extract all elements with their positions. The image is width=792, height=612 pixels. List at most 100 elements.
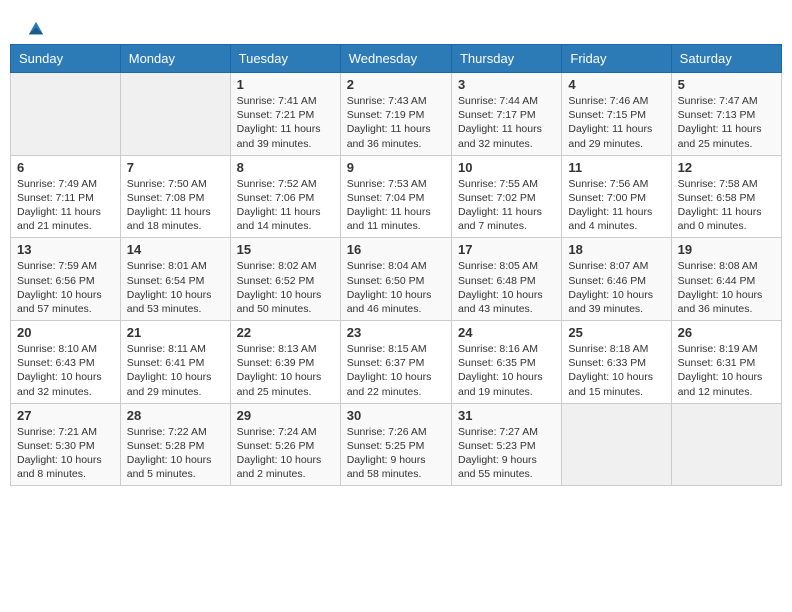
- calendar-cell: 21 Sunrise: 8:11 AM Sunset: 6:41 PM Dayli…: [120, 321, 230, 404]
- day-number: 15: [237, 242, 334, 257]
- weekday-header-cell: Sunday: [11, 45, 121, 73]
- day-info: Sunrise: 7:56 AM Sunset: 7:00 PM Dayligh…: [568, 177, 664, 234]
- calendar-cell: 22 Sunrise: 8:13 AM Sunset: 6:39 PM Dayli…: [230, 321, 340, 404]
- day-info: Sunrise: 8:08 AM Sunset: 6:44 PM Dayligh…: [678, 259, 775, 316]
- day-number: 16: [347, 242, 445, 257]
- calendar-cell: 14Sunrise: 8:01 AM Sunset: 6:54 PM Dayli…: [120, 238, 230, 321]
- day-number: 10: [458, 160, 555, 175]
- calendar-week-row: 13 Sunrise: 7:59 AM Sunset: 6:56 PM Dayli…: [11, 238, 782, 321]
- calendar-cell: 23Sunrise: 8:15 AM Sunset: 6:37 PM Dayli…: [340, 321, 451, 404]
- calendar-cell: 9 Sunrise: 7:53 AM Sunset: 7:04 PM Daylig…: [340, 155, 451, 238]
- calendar-cell: [562, 403, 671, 486]
- weekday-header-cell: Saturday: [671, 45, 781, 73]
- day-info: Sunrise: 8:19 AM Sunset: 6:31 PM Dayligh…: [678, 342, 775, 399]
- day-number: 30: [347, 408, 445, 423]
- calendar-cell: 5 Sunrise: 7:47 AM Sunset: 7:13 PM Daylig…: [671, 73, 781, 156]
- day-number: 14: [127, 242, 224, 257]
- calendar-cell: 16 Sunrise: 8:04 AM Sunset: 6:50 PM Dayli…: [340, 238, 451, 321]
- weekday-header-cell: Monday: [120, 45, 230, 73]
- day-number: 22: [237, 325, 334, 340]
- calendar-cell: 17 Sunrise: 8:05 AM Sunset: 6:48 PM Dayli…: [451, 238, 561, 321]
- day-info: Sunrise: 7:52 AM Sunset: 7:06 PM Dayligh…: [237, 177, 334, 234]
- day-info: Sunrise: 7:27 AM Sunset: 5:23 PM Dayligh…: [458, 425, 555, 482]
- calendar-cell: 10Sunrise: 7:55 AM Sunset: 7:02 PM Dayli…: [451, 155, 561, 238]
- day-info: Sunrise: 7:44 AM Sunset: 7:17 PM Dayligh…: [458, 94, 555, 151]
- day-info: Sunrise: 8:18 AM Sunset: 6:33 PM Dayligh…: [568, 342, 664, 399]
- calendar-body: 1 Sunrise: 7:41 AM Sunset: 7:21 PM Daylig…: [11, 73, 782, 486]
- day-number: 2: [347, 77, 445, 92]
- day-number: 20: [17, 325, 114, 340]
- calendar-cell: 20Sunrise: 8:10 AM Sunset: 6:43 PM Dayli…: [11, 321, 121, 404]
- day-number: 27: [17, 408, 114, 423]
- day-info: Sunrise: 8:04 AM Sunset: 6:50 PM Dayligh…: [347, 259, 445, 316]
- day-number: 21: [127, 325, 224, 340]
- day-info: Sunrise: 7:24 AM Sunset: 5:26 PM Dayligh…: [237, 425, 334, 482]
- day-number: 13: [17, 242, 114, 257]
- calendar-table: SundayMondayTuesdayWednesdayThursdayFrid…: [10, 44, 782, 486]
- day-number: 3: [458, 77, 555, 92]
- calendar-cell: [671, 403, 781, 486]
- day-info: Sunrise: 7:59 AM Sunset: 6:56 PM Dayligh…: [17, 259, 114, 316]
- calendar-cell: 26 Sunrise: 8:19 AM Sunset: 6:31 PM Dayli…: [671, 321, 781, 404]
- calendar-cell: 15Sunrise: 8:02 AM Sunset: 6:52 PM Dayli…: [230, 238, 340, 321]
- day-number: 11: [568, 160, 664, 175]
- weekday-header-cell: Tuesday: [230, 45, 340, 73]
- calendar-week-row: 27 Sunrise: 7:21 AM Sunset: 5:30 PM Dayli…: [11, 403, 782, 486]
- day-info: Sunrise: 7:49 AM Sunset: 7:11 PM Dayligh…: [17, 177, 114, 234]
- day-info: Sunrise: 7:58 AM Sunset: 6:58 PM Dayligh…: [678, 177, 775, 234]
- calendar-week-row: 20Sunrise: 8:10 AM Sunset: 6:43 PM Dayli…: [11, 321, 782, 404]
- day-info: Sunrise: 8:07 AM Sunset: 6:46 PM Dayligh…: [568, 259, 664, 316]
- weekday-header-cell: Friday: [562, 45, 671, 73]
- day-info: Sunrise: 7:43 AM Sunset: 7:19 PM Dayligh…: [347, 94, 445, 151]
- calendar-cell: 25 Sunrise: 8:18 AM Sunset: 6:33 PM Dayli…: [562, 321, 671, 404]
- day-number: 24: [458, 325, 555, 340]
- weekday-header-row: SundayMondayTuesdayWednesdayThursdayFrid…: [11, 45, 782, 73]
- day-number: 5: [678, 77, 775, 92]
- calendar-cell: 19 Sunrise: 8:08 AM Sunset: 6:44 PM Dayli…: [671, 238, 781, 321]
- day-info: Sunrise: 7:21 AM Sunset: 5:30 PM Dayligh…: [17, 425, 114, 482]
- day-number: 1: [237, 77, 334, 92]
- calendar-cell: 4Sunrise: 7:46 AM Sunset: 7:15 PM Daylig…: [562, 73, 671, 156]
- day-number: 18: [568, 242, 664, 257]
- day-number: 9: [347, 160, 445, 175]
- logo-icon: [27, 20, 45, 38]
- day-number: 8: [237, 160, 334, 175]
- calendar-cell: 24 Sunrise: 8:16 AM Sunset: 6:35 PM Dayli…: [451, 321, 561, 404]
- calendar-cell: 3 Sunrise: 7:44 AM Sunset: 7:17 PM Daylig…: [451, 73, 561, 156]
- weekday-header-cell: Thursday: [451, 45, 561, 73]
- day-number: 12: [678, 160, 775, 175]
- day-number: 29: [237, 408, 334, 423]
- day-number: 28: [127, 408, 224, 423]
- day-number: 6: [17, 160, 114, 175]
- day-info: Sunrise: 7:22 AM Sunset: 5:28 PM Dayligh…: [127, 425, 224, 482]
- day-number: 31: [458, 408, 555, 423]
- calendar-cell: 12 Sunrise: 7:58 AM Sunset: 6:58 PM Dayli…: [671, 155, 781, 238]
- calendar-cell: 30 Sunrise: 7:26 AM Sunset: 5:25 PM Dayli…: [340, 403, 451, 486]
- day-info: Sunrise: 7:47 AM Sunset: 7:13 PM Dayligh…: [678, 94, 775, 151]
- day-number: 17: [458, 242, 555, 257]
- day-number: 25: [568, 325, 664, 340]
- day-number: 4: [568, 77, 664, 92]
- calendar-cell: 29 Sunrise: 7:24 AM Sunset: 5:26 PM Dayli…: [230, 403, 340, 486]
- calendar-cell: 13 Sunrise: 7:59 AM Sunset: 6:56 PM Dayli…: [11, 238, 121, 321]
- calendar-cell: 18 Sunrise: 8:07 AM Sunset: 6:46 PM Dayli…: [562, 238, 671, 321]
- calendar-week-row: 6 Sunrise: 7:49 AM Sunset: 7:11 PM Daylig…: [11, 155, 782, 238]
- day-info: Sunrise: 8:05 AM Sunset: 6:48 PM Dayligh…: [458, 259, 555, 316]
- day-info: Sunrise: 8:11 AM Sunset: 6:41 PM Dayligh…: [127, 342, 224, 399]
- calendar-cell: 6 Sunrise: 7:49 AM Sunset: 7:11 PM Daylig…: [11, 155, 121, 238]
- day-number: 19: [678, 242, 775, 257]
- day-number: 7: [127, 160, 224, 175]
- day-number: 26: [678, 325, 775, 340]
- calendar-cell: 11 Sunrise: 7:56 AM Sunset: 7:00 PM Dayli…: [562, 155, 671, 238]
- calendar-cell: 28 Sunrise: 7:22 AM Sunset: 5:28 PM Dayli…: [120, 403, 230, 486]
- day-info: Sunrise: 7:41 AM Sunset: 7:21 PM Dayligh…: [237, 94, 334, 151]
- day-info: Sunrise: 7:53 AM Sunset: 7:04 PM Dayligh…: [347, 177, 445, 234]
- logo: [25, 20, 45, 34]
- calendar-cell: 1 Sunrise: 7:41 AM Sunset: 7:21 PM Daylig…: [230, 73, 340, 156]
- day-info: Sunrise: 8:13 AM Sunset: 6:39 PM Dayligh…: [237, 342, 334, 399]
- day-info: Sunrise: 8:16 AM Sunset: 6:35 PM Dayligh…: [458, 342, 555, 399]
- calendar-week-row: 1 Sunrise: 7:41 AM Sunset: 7:21 PM Daylig…: [11, 73, 782, 156]
- calendar-cell: [120, 73, 230, 156]
- day-info: Sunrise: 7:26 AM Sunset: 5:25 PM Dayligh…: [347, 425, 445, 482]
- calendar-cell: 7Sunrise: 7:50 AM Sunset: 7:08 PM Daylig…: [120, 155, 230, 238]
